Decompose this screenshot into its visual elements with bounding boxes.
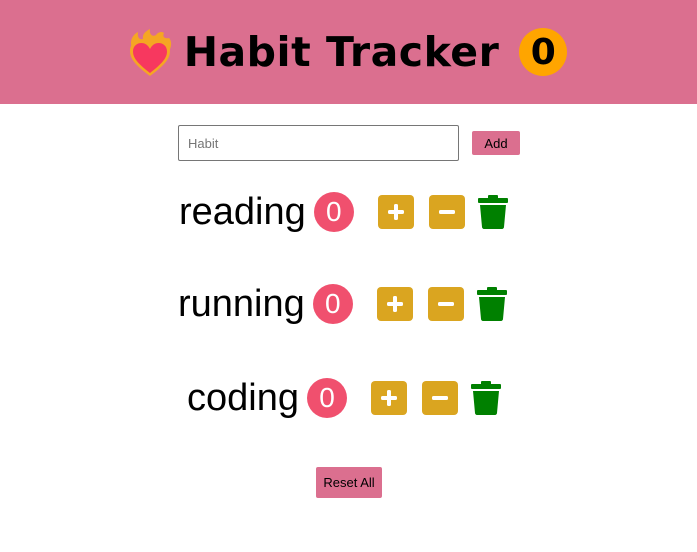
habit-count-badge: 0 — [306, 378, 347, 418]
habit-name: running — [178, 283, 305, 325]
trash-icon[interactable] — [477, 195, 508, 229]
plus-icon — [387, 204, 404, 220]
habit-name: coding — [187, 377, 299, 419]
trash-icon[interactable] — [476, 287, 507, 321]
app-title: Habit Tracker — [183, 28, 500, 76]
total-count-badge: 0 — [519, 28, 568, 76]
habit-count-badge: 0 — [313, 192, 354, 232]
navbar: Habit Tracker 0 — [0, 0, 697, 104]
increment-button[interactable] — [377, 195, 414, 229]
decrement-button[interactable] — [421, 381, 458, 415]
minus-icon — [437, 302, 454, 306]
habit-name: reading — [179, 191, 306, 233]
habit-count-badge: 0 — [312, 284, 353, 324]
decrement-button[interactable] — [427, 287, 464, 321]
plus-icon — [380, 390, 397, 406]
habit-row-running: running 0 — [178, 279, 507, 329]
habit-input[interactable] — [178, 125, 459, 161]
minus-icon — [431, 396, 448, 400]
reset-all-button[interactable]: Reset All — [316, 467, 382, 498]
trash-icon[interactable] — [470, 381, 501, 415]
decrement-button[interactable] — [428, 195, 465, 229]
habit-row-reading: reading 0 — [179, 187, 508, 237]
add-habit-form: Add — [178, 125, 520, 161]
increment-button[interactable] — [376, 287, 413, 321]
habit-row-coding: coding 0 — [187, 373, 501, 423]
heart-on-fire-icon — [129, 29, 171, 76]
increment-button[interactable] — [370, 381, 407, 415]
minus-icon — [438, 210, 455, 214]
add-button[interactable]: Add — [472, 131, 520, 155]
plus-icon — [386, 296, 403, 312]
